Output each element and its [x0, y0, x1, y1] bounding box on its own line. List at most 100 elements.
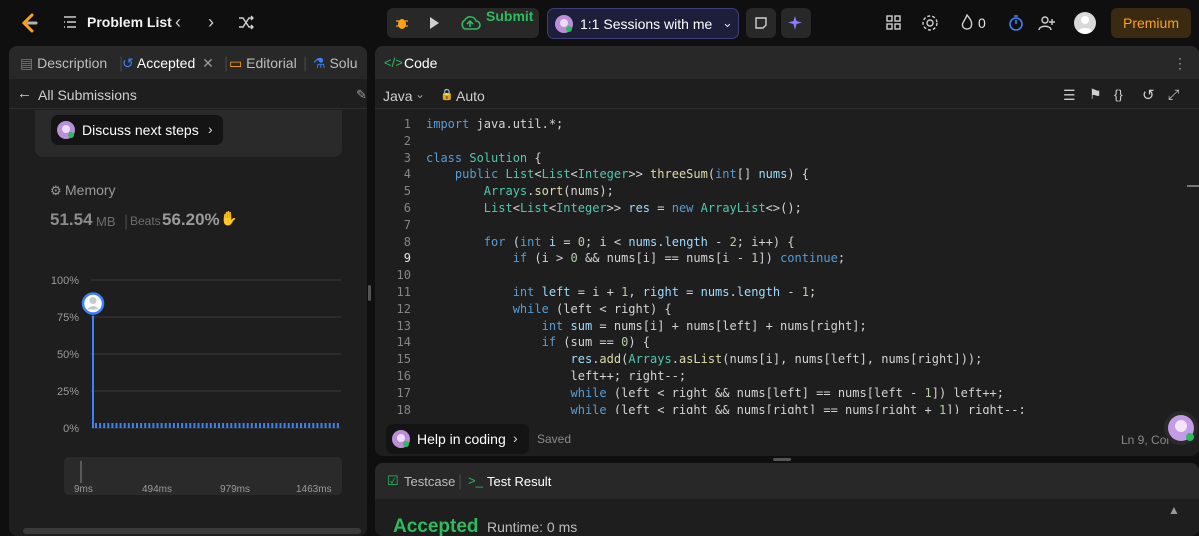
leetcode-logo-icon[interactable] [18, 12, 40, 34]
line-number: 3 [403, 150, 411, 165]
code-line[interactable]: 16 left++; right--; [375, 369, 1185, 386]
reset-icon[interactable]: ↺ [1142, 86, 1155, 104]
minimap-tick: 1463ms [296, 484, 332, 495]
run-button[interactable] [419, 8, 449, 38]
next-problem-icon[interactable]: › [208, 12, 214, 33]
beats-label: Beats [130, 214, 161, 228]
code-line[interactable]: 9 if (i > 0 && nums[i] == nums[i - 1]) c… [375, 251, 1185, 268]
problem-list-icon[interactable] [63, 15, 77, 29]
chart-range-slider[interactable]: 9ms 494ms 979ms 1463ms [64, 457, 342, 495]
notes-button[interactable] [746, 8, 776, 38]
chevron-down-icon[interactable]: ⌄ [415, 87, 425, 101]
problem-list-label[interactable]: Problem List [87, 14, 172, 30]
user-avatar[interactable] [1074, 12, 1096, 34]
auto-mode-label[interactable]: Auto [456, 88, 485, 104]
code-line[interactable]: 8 for (int i = 0; i < nums.length - 2; i… [375, 235, 1185, 252]
shuffle-icon[interactable] [238, 14, 255, 31]
horizontal-scrollbar[interactable] [23, 528, 361, 534]
tab-solutions[interactable]: ⚗ Solu [313, 55, 357, 72]
bar [156, 423, 159, 428]
layout-grid-icon[interactable] [885, 14, 903, 32]
fullscreen-icon[interactable]: ⤢ [1168, 86, 1179, 103]
floating-assistant-icon[interactable] [1163, 410, 1199, 446]
code-editor[interactable]: 1 import java.util.*; 2 3 class Solution { 4 … [375, 109, 1185, 414]
bar [271, 423, 274, 428]
language-select[interactable]: Java [383, 88, 413, 104]
bar [226, 423, 229, 428]
code-line[interactable]: 1 import java.util.*; [375, 117, 1185, 134]
code-text: import java.util.*; [426, 117, 564, 131]
bar [189, 423, 192, 428]
tab-accepted[interactable]: ↺ Accepted ✕ [122, 55, 214, 72]
tab-testcase[interactable]: Testcase [404, 474, 455, 489]
ai-assistant-button[interactable] [781, 8, 811, 38]
code-line[interactable]: 5 Arrays.sort(nums); [375, 184, 1185, 201]
edit-icon[interactable]: ✎ [356, 87, 367, 103]
tab-test-result[interactable]: Test Result [487, 474, 551, 489]
tab-divider: | [224, 55, 229, 72]
line-number: 7 [403, 217, 411, 232]
code-line[interactable]: 7 [375, 218, 1185, 235]
help-in-coding-button[interactable]: Help in coding › [386, 424, 529, 454]
bookmark-icon[interactable]: ⚑ [1089, 86, 1102, 103]
code-line[interactable]: 12 while (left < right) { [375, 302, 1185, 319]
line-number: 9 [403, 251, 411, 266]
sessions-button[interactable]: 1:1 Sessions with me ⌄ [547, 8, 739, 39]
code-line[interactable]: 18 while (left < right && nums[right] ==… [375, 403, 1185, 414]
tab-editorial[interactable]: ▭ Editorial [229, 55, 297, 72]
code-line[interactable]: 3 class Solution { [375, 151, 1185, 168]
all-submissions-link[interactable]: All Submissions [38, 87, 137, 103]
code-text: class Solution { [426, 150, 542, 165]
code-line[interactable]: 6 List<List<Integer>> res = new ArrayLis… [375, 201, 1185, 218]
bar [123, 423, 126, 428]
premium-button[interactable]: Premium [1111, 8, 1191, 38]
bar [205, 423, 208, 428]
bug-icon [396, 19, 408, 29]
flame-icon[interactable] [958, 14, 976, 32]
tab-description[interactable]: ▤ Description [20, 55, 107, 72]
line-number: 15 [396, 352, 411, 367]
code-line[interactable]: 10 [375, 268, 1185, 285]
debug-button[interactable] [387, 8, 417, 38]
tab-accepted-label: Accepted [136, 55, 196, 71]
code-line[interactable]: 4 public List<List<Integer>> threeSum(in… [375, 167, 1185, 184]
bar [287, 423, 290, 428]
timer-icon[interactable] [1007, 14, 1025, 32]
bar [99, 423, 102, 428]
close-tab-icon[interactable]: ✕ [202, 55, 214, 71]
prev-problem-icon[interactable]: ‹ [175, 12, 181, 33]
panel-resize-handle[interactable] [368, 285, 371, 301]
format-icon[interactable]: ☰ [1063, 87, 1076, 104]
left-tabs: ▤ Description | ↺ Accepted ✕ | ▭ Editori… [9, 46, 367, 79]
code-text: left++; right--; [426, 369, 687, 383]
code-line[interactable]: 11 int left = i + 1, right = nums.length… [375, 285, 1185, 302]
add-user-icon[interactable] [1038, 14, 1056, 32]
scroll-marker [1187, 185, 1199, 187]
code-line[interactable]: 17 while (left < right && nums[left] == … [375, 386, 1185, 403]
code-line[interactable]: 13 int sum = nums[i] + nums[left] + nums… [375, 319, 1185, 336]
bar [197, 423, 200, 428]
braces-icon[interactable]: {} [1114, 87, 1123, 102]
vertical-resize-handle[interactable] [773, 458, 791, 461]
range-handle[interactable] [80, 461, 82, 483]
memory-label: Memory [65, 182, 116, 198]
more-icon[interactable]: ⋮ [1173, 55, 1187, 72]
bar [263, 423, 266, 428]
discuss-next-steps-button[interactable]: Discuss next steps › [51, 115, 223, 145]
code-line[interactable]: 2 [375, 134, 1185, 151]
y-tick-label: 25% [57, 386, 79, 398]
avatar-icon [1077, 16, 1093, 34]
bar [230, 423, 233, 428]
scroll-up-icon[interactable]: ▲ [1168, 503, 1180, 517]
tab-divider: | [458, 473, 463, 490]
code-line[interactable]: 14 if (sum == 0) { [375, 335, 1185, 352]
line-number: 14 [396, 335, 411, 350]
bar [185, 423, 188, 428]
code-line[interactable]: 15 res.add(Arrays.asList(nums[i], nums[l… [375, 352, 1185, 369]
gear-icon[interactable] [921, 14, 939, 32]
editor-scrollbar[interactable] [1185, 109, 1199, 414]
help-label: Help in coding [417, 431, 506, 447]
back-arrow-icon[interactable]: ← [17, 85, 32, 102]
submit-label[interactable]: Submit [486, 8, 533, 24]
y-tick-label: 100% [51, 275, 79, 287]
